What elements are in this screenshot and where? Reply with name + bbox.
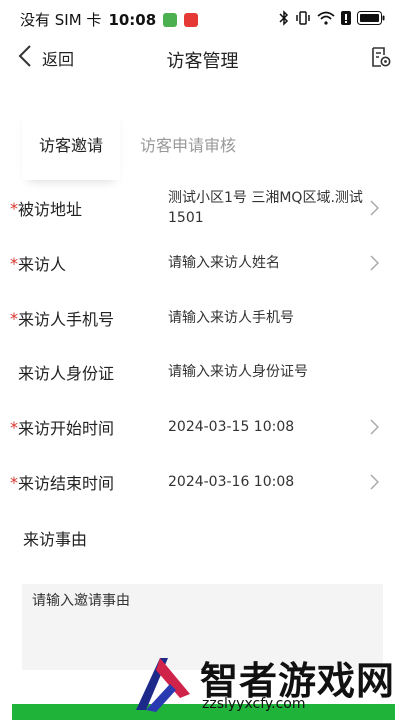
carrier-text: 没有 SIM 卡 bbox=[20, 11, 102, 29]
visit-reason-label: 来访事由 bbox=[23, 530, 88, 549]
status-time: 10:08 bbox=[108, 10, 157, 29]
status-bar: 没有 SIM 卡 10:08 bbox=[0, 0, 405, 38]
visit-end-row[interactable]: * 来访结束时间 2024-03-16 10:08 bbox=[0, 455, 405, 509]
vibrate-icon bbox=[295, 11, 311, 25]
visitor-id-input[interactable]: 请输入来访人身份证号 bbox=[168, 362, 364, 382]
tab-visitor-invite[interactable]: 访客邀请 bbox=[22, 108, 120, 180]
required-mark: * bbox=[10, 472, 18, 492]
watermark: 智者游戏网 zzslyyxcfy.com bbox=[130, 650, 405, 716]
visitor-id-row[interactable]: 来访人身份证 请输入来访人身份证号 bbox=[0, 345, 405, 399]
row-label: 来访人手机号 bbox=[18, 310, 115, 329]
header: 返回 访客管理 bbox=[0, 38, 405, 80]
visit-address-row[interactable]: * 被访地址 测试小区1号 三湘MQ区域.测试1501 bbox=[0, 181, 405, 235]
alert-icon bbox=[341, 11, 351, 25]
tab-label: 访客邀请 bbox=[38, 136, 103, 155]
required-mark: * bbox=[10, 253, 18, 273]
visitor-name-row[interactable]: * 来访人 请输入来访人姓名 bbox=[0, 236, 405, 290]
required-mark: * bbox=[10, 417, 18, 437]
visit-address-value: 测试小区1号 三湘MQ区域.测试1501 bbox=[168, 190, 363, 226]
tab-visitor-review[interactable]: 访客申请审核 bbox=[140, 108, 236, 180]
page-title: 访客管理 bbox=[166, 51, 239, 72]
record-button[interactable] bbox=[371, 46, 391, 72]
tab-label: 访客申请审核 bbox=[140, 136, 237, 155]
battery-icon bbox=[357, 11, 385, 25]
visitor-name-input[interactable]: 请输入来访人姓名 bbox=[168, 253, 364, 273]
chevron-right-icon bbox=[370, 474, 380, 494]
chevron-right-icon bbox=[370, 419, 380, 439]
row-label: 来访开始时间 bbox=[18, 419, 115, 438]
wifi-icon bbox=[317, 11, 335, 25]
required-mark: * bbox=[10, 308, 18, 328]
visit-start-value: 2024-03-15 10:08 bbox=[168, 419, 295, 435]
required-mark: * bbox=[10, 198, 18, 218]
watermark-logo-icon bbox=[130, 654, 194, 718]
row-label: 来访人 bbox=[18, 255, 67, 274]
tab-bar: 访客邀请 访客申请审核 bbox=[22, 108, 382, 180]
visit-reason-placeholder: 请输入邀请事由 bbox=[32, 593, 130, 609]
row-label: 来访人身份证 bbox=[18, 364, 115, 383]
visitor-phone-row[interactable]: * 来访人手机号 请输入来访人手机号 bbox=[0, 291, 405, 345]
status-left: 没有 SIM 卡 10:08 bbox=[20, 9, 199, 30]
visitor-phone-input[interactable]: 请输入来访人手机号 bbox=[168, 308, 364, 328]
watermark-url: zzslyyxcfy.com bbox=[202, 696, 306, 712]
chevron-right-icon bbox=[370, 200, 380, 220]
app-badge-icon bbox=[184, 12, 199, 27]
wechat-badge-icon bbox=[163, 12, 178, 27]
chevron-right-icon bbox=[370, 255, 380, 275]
status-right bbox=[279, 10, 385, 26]
record-settings-icon bbox=[371, 47, 391, 72]
visit-start-row[interactable]: * 来访开始时间 2024-03-15 10:08 bbox=[0, 400, 405, 454]
visit-end-value: 2024-03-16 10:08 bbox=[168, 474, 295, 490]
row-label: 被访地址 bbox=[18, 200, 83, 219]
bluetooth-icon bbox=[279, 10, 289, 26]
row-label: 来访结束时间 bbox=[18, 474, 115, 493]
